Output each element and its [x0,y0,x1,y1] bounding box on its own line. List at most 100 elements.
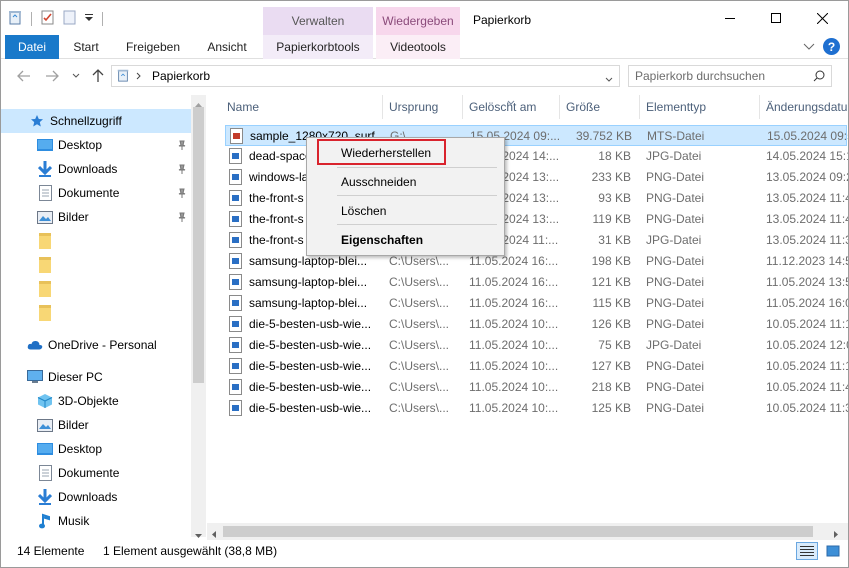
menu-item-eigenschaften[interactable]: Eigenschaften [341,233,423,247]
nav-item-3d-objekte[interactable]: 3D-Objekte [1,389,191,413]
breadcrumb-chevron-icon[interactable] [136,69,142,83]
table-row[interactable]: die-5-besten-usb-wie... C:\Users\... 11.05… [225,314,848,335]
nav-item-downloads-pc[interactable]: Downloads [1,485,191,509]
menu-item-loeschen[interactable]: Löschen [341,204,386,218]
cell-type: MTS-Datei [647,129,705,143]
nav-item-desktop-pc[interactable]: Desktop [1,437,191,461]
cell-name: die-5-besten-usb-wie... [249,380,372,394]
nav-item-musik[interactable]: Musik [1,509,191,533]
cell-modified: 14.05.2024 15:1 [766,149,848,163]
cell-modified: 10.05.2024 11:1 [766,317,848,331]
table-row[interactable]: samsung-laptop-blei... C:\Users\... 11.05.… [225,272,848,293]
close-icon [816,12,828,24]
horizontal-scroll-thumb[interactable] [223,526,813,537]
table-row[interactable]: die-5-besten-usb-wie... C:\Users\... 11.05… [225,398,848,419]
nav-item-folder[interactable] [1,301,191,325]
close-button[interactable] [799,1,845,35]
tab-videotools[interactable]: Videotools [376,35,460,59]
expand-ribbon-icon[interactable] [803,41,815,55]
new-folder-icon[interactable] [62,9,78,28]
cell-name: samsung-laptop-blei... [249,254,368,268]
address-dropdown-icon[interactable] [605,72,613,86]
cell-modified: 15.05.2024 09:5 [767,129,848,143]
search-input[interactable]: Papierkorb durchsuchen [628,65,832,87]
back-button[interactable] [15,68,33,84]
image-file-icon [229,400,242,416]
cell-modified: 13.05.2024 11:3 [766,233,848,247]
table-row[interactable]: die-5-besten-usb-wie... C:\Users\... 11.05… [225,377,848,398]
nav-item-folder[interactable] [1,253,191,277]
cell-modified: 13.05.2024 11:4 [766,212,848,226]
forward-button[interactable] [43,68,61,84]
cell-deleted: 11.05.2024 16:... [469,296,559,310]
recent-locations-button[interactable] [67,68,85,84]
maximize-icon [771,13,781,23]
nav-item-bilder[interactable]: Bilder [1,205,191,229]
column-header-groesse[interactable]: Größe [560,95,640,119]
nav-scroll-thumb[interactable] [193,107,204,383]
menu-item-wiederherstellen[interactable]: Wiederherstellen [341,146,431,160]
column-header-ursprung[interactable]: Ursprung [383,95,463,119]
column-header-name[interactable]: Name [221,95,383,119]
pin-icon[interactable] [177,187,187,201]
cell-size: 75 KB [598,338,631,352]
nav-item-bilder-pc[interactable]: Bilder [1,413,191,437]
image-file-icon [229,253,242,269]
details-view-button[interactable] [796,542,818,560]
column-header-elementtyp[interactable]: Elementtyp [640,95,760,119]
title-bar: Verwalten Wiedergeben Papierkorb [1,1,848,35]
nav-item-dokumente[interactable]: Dokumente [1,181,191,205]
arrow-up-icon [92,69,104,82]
pin-icon[interactable] [177,211,187,225]
cell-origin: C:\Users\... [389,338,450,352]
minimize-button[interactable] [707,1,753,35]
maximize-button[interactable] [753,1,799,35]
nav-item-folder[interactable] [1,277,191,301]
properties-icon[interactable] [40,9,56,28]
nav-item-dieser-pc[interactable]: Dieser PC [1,365,191,389]
cell-size: 119 KB [592,212,631,226]
image-file-icon [229,337,242,353]
menu-item-ausschneiden[interactable]: Ausschneiden [341,175,416,189]
tab-papierkorbtools[interactable]: Papierkorbtools [263,35,373,59]
nav-item-desktop[interactable]: Desktop [1,133,191,157]
up-button[interactable] [89,68,107,84]
breadcrumb-papierkorb[interactable]: Papierkorb [152,69,210,83]
pin-icon[interactable] [177,139,187,153]
help-icon[interactable]: ? [823,38,840,55]
tab-freigeben[interactable]: Freigeben [117,35,189,59]
minimize-icon [725,18,735,19]
cell-origin: C:\Users\... [389,254,450,268]
cell-deleted: 11.05.2024 10:... [469,401,559,415]
cell-type: PNG-Datei [646,317,705,331]
address-bar[interactable]: Papierkorb [111,65,620,87]
nav-item-folder[interactable] [1,229,191,253]
image-file-icon [229,148,242,164]
nav-item-schnellzugriff[interactable]: Schnellzugriff [1,109,191,133]
recycle-bin-icon [7,9,23,28]
search-icon[interactable] [813,70,825,85]
computer-icon [27,369,43,385]
pin-icon[interactable] [177,163,187,177]
column-header-aenderungsdatum[interactable]: Änderungsdatu [760,95,848,119]
nav-pane-scrollbar[interactable] [191,95,206,538]
nav-item-downloads[interactable]: Downloads [1,157,191,181]
customize-toolbar-icon[interactable] [84,12,94,26]
table-row[interactable]: die-5-besten-usb-wie... C:\Users\... 11.05… [225,335,848,356]
tab-start[interactable]: Start [63,35,109,59]
horizontal-scrollbar[interactable] [207,523,848,540]
cell-size: 93 KB [598,191,631,205]
table-row[interactable]: die-5-besten-usb-wie... C:\Users\... 11.05… [225,356,848,377]
table-row[interactable]: samsung-laptop-blei... C:\Users\... 11.05.… [225,293,848,314]
cell-origin: C:\Users\... [389,401,450,415]
image-file-icon [229,295,242,311]
cell-deleted: 11.05.2024 10:... [469,317,559,331]
cell-type: PNG-Datei [646,212,705,226]
tab-datei[interactable]: Datei [5,35,59,59]
column-header-geloescht[interactable]: Gelöscht am [463,95,560,119]
nav-item-onedrive[interactable]: OneDrive - Personal [1,333,191,357]
nav-item-dokumente-pc[interactable]: Dokumente [1,461,191,485]
tab-ansicht[interactable]: Ansicht [197,35,257,59]
large-icons-view-button[interactable] [822,542,844,560]
chevron-down-icon [72,73,80,78]
